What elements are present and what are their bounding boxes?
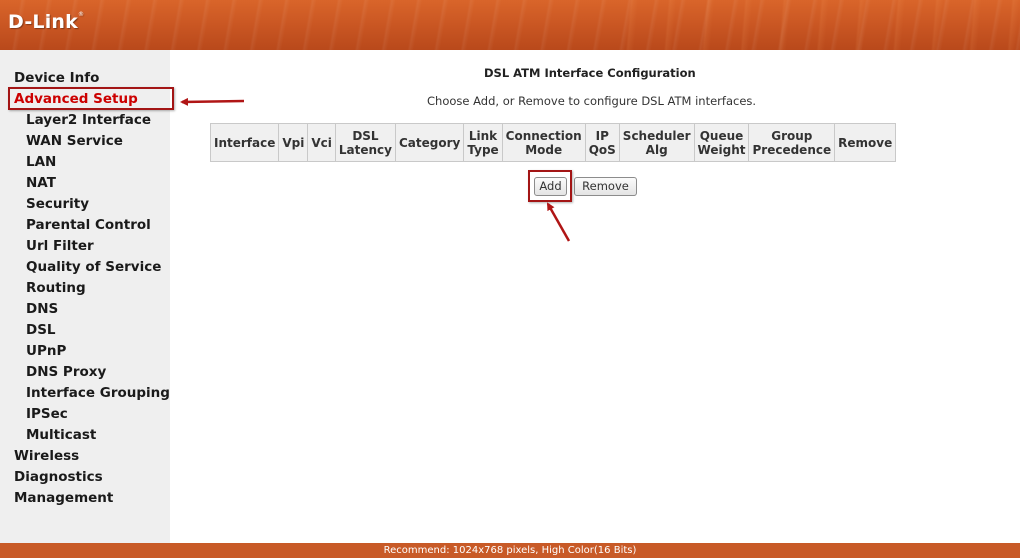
column-header-scheduler-alg: Scheduler Alg [618,123,695,162]
sidebar-item-dsl[interactable]: DSL [14,320,170,341]
column-header-text: Remove [838,135,893,150]
page-description: Choose Add, or Remove to configure DSL A… [427,94,757,108]
highlight-box-advanced-setup [8,87,174,110]
sidebar-item-routing[interactable]: Routing [14,278,170,299]
sidebar-item-upnp[interactable]: UPnP [14,341,170,362]
column-header-text: IP [595,128,609,143]
header-banner: D-Link® [0,0,1020,50]
sidebar-item-url-filter[interactable]: Url Filter [14,236,170,257]
column-header-text: DSL [352,128,379,143]
column-header-dsl-latency: DSL Latency [334,123,397,162]
column-header-remove: Remove [834,123,897,162]
column-header-text: QoS [588,142,616,157]
sidebar-item-dns[interactable]: DNS [14,299,170,320]
column-header-category: Category [394,123,465,162]
atm-interface-table: Interface Vpi Vci DSL Latency Category Link Typ… [209,123,897,162]
column-header-text: Vpi [282,135,305,150]
column-header-text: Link [468,128,498,143]
sidebar-item-layer2-interface[interactable]: Layer2 Interface [14,110,170,131]
sidebar-item-interface-grouping[interactable]: Interface Grouping [14,383,170,404]
sidebar-item-wan-service[interactable]: WAN Service [14,131,170,152]
column-header-text: Mode [525,142,563,157]
column-header-text: Vci [311,135,332,150]
column-header-vpi: Vpi [278,123,309,162]
sidebar-item-lan[interactable]: LAN [14,152,170,173]
sidebar-item-management[interactable]: Management [14,488,170,509]
column-header-text: Connection [505,128,582,143]
column-header-text: Category [399,135,461,150]
column-header-text: Group [771,128,813,143]
column-header-ip-qos: IP QoS [584,123,620,162]
column-header-text: Alg [645,142,668,157]
arrow-to-add-button [546,202,571,242]
column-header-text: Precedence [752,142,832,157]
sidebar-item-multicast[interactable]: Multicast [14,425,170,446]
sidebar-item-wireless[interactable]: Wireless [14,446,170,467]
sidebar-item-ipsec[interactable]: IPSec [14,404,170,425]
sidebar-item-dns-proxy[interactable]: DNS Proxy [14,362,170,383]
highlight-box-add [528,170,572,202]
sidebar-item-parental-control[interactable]: Parental Control [14,215,170,236]
column-header-text: Weight [697,142,746,157]
remove-button[interactable]: Remove [574,177,637,196]
dlink-logo: D-Link® [8,11,85,33]
column-header-text: Latency [338,142,392,157]
sidebar-item-diagnostics[interactable]: Diagnostics [14,467,170,488]
column-header-link-type: Link Type [463,123,503,162]
column-header-text: Queue [699,128,744,143]
page-title: DSL ATM Interface Configuration [484,66,696,80]
column-header-queue-weight: Queue Weight [693,123,750,162]
footer-bar: Recommend: 1024x768 pixels, High Color(1… [0,543,1020,558]
column-header-interface: Interface [209,123,280,162]
column-header-text: Scheduler [622,128,691,143]
sidebar-item-nat[interactable]: NAT [14,173,170,194]
sidebar: Device Info Advanced Setup Layer2 Interfac… [0,50,170,543]
column-header-text: Interface [214,135,276,150]
sidebar-item-device-info[interactable]: Device Info [14,68,170,89]
column-header-text: Type [467,142,499,157]
table-header-row: Interface Vpi Vci DSL Latency Category Link Typ… [209,123,897,162]
sidebar-item-quality-of-service[interactable]: Quality of Service [14,257,170,278]
sidebar-nav: Device Info Advanced Setup Layer2 Interfac… [14,68,170,509]
sidebar-item-security[interactable]: Security [14,194,170,215]
column-header-connection-mode: Connection Mode [501,123,586,162]
column-header-group-precedence: Group Precedence [748,123,836,162]
arrow-to-advanced-setup [180,97,245,106]
column-header-vci: Vci [307,123,336,162]
header-decoration-right [600,0,1020,50]
